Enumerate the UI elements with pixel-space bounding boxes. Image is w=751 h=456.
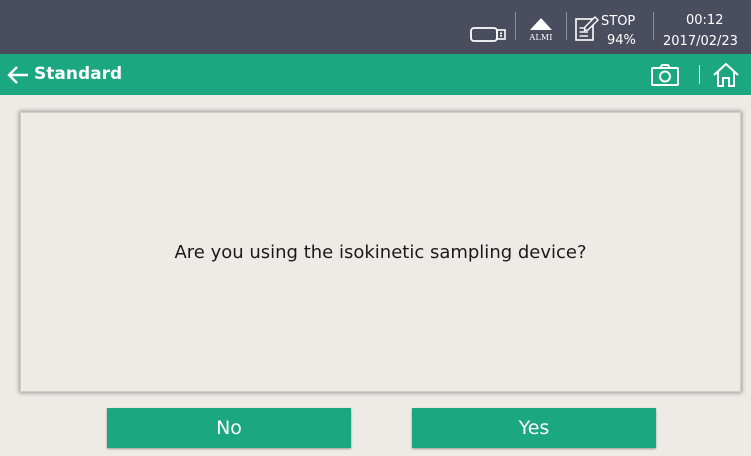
usb-storage-icon	[470, 24, 508, 44]
title-separator	[699, 65, 700, 84]
yes-button[interactable]: Yes	[412, 408, 656, 448]
status-separator	[515, 12, 516, 40]
title-bar: Standard	[0, 54, 751, 95]
dialog-panel: Are you using the isokinetic sampling de…	[20, 112, 741, 392]
camera-icon	[651, 64, 679, 86]
back-arrow-icon	[7, 66, 28, 84]
status-separator	[653, 12, 654, 40]
recording-edit-icon[interactable]	[574, 15, 600, 43]
dialog-question: Are you using the isokinetic sampling de…	[174, 241, 587, 263]
recording-status: STOP	[601, 14, 636, 29]
alarm-indicator[interactable]: ALMI	[525, 12, 557, 46]
camera-button[interactable]	[648, 61, 682, 89]
page-title: Standard	[34, 64, 123, 84]
battery-percent: 94%	[607, 33, 636, 48]
status-separator	[566, 12, 567, 40]
no-button[interactable]: No	[107, 408, 351, 448]
home-button[interactable]	[710, 60, 742, 90]
home-icon	[713, 62, 739, 87]
alarm-label: ALMI	[529, 32, 553, 42]
clock-date: 2017/02/23	[663, 34, 738, 49]
alarm-triangle-icon	[530, 17, 552, 30]
back-button[interactable]	[4, 62, 32, 88]
status-bar: ALMI STOP 94% 00:12 2017/02/23	[0, 0, 751, 54]
clock-time: 00:12	[686, 13, 724, 28]
